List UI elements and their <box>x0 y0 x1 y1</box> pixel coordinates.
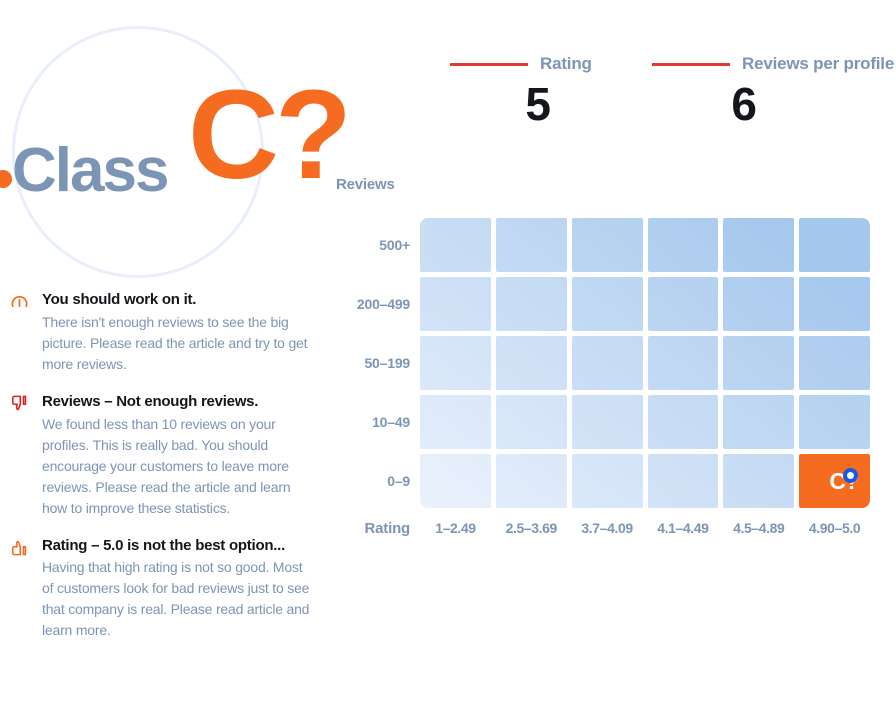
advice-title: You should work on it. <box>42 291 197 308</box>
heatmap-cell-highlighted[interactable]: C? <box>799 454 870 508</box>
advice-body: Reviews – Not enough reviews. We found l… <box>42 391 310 519</box>
advice-body: Rating – 5.0 is not the best option... H… <box>42 535 310 642</box>
heatmap-cell[interactable] <box>647 336 719 390</box>
heatmap-y-axis-labels: 500+ 200–499 50–199 10–49 0–9 <box>330 218 410 508</box>
stat-rule-icon <box>450 62 528 66</box>
gauge-icon <box>10 289 30 311</box>
heatmap-cell[interactable] <box>495 454 567 508</box>
heatmap-y-axis-title: Reviews <box>336 176 395 193</box>
heatmap-x-label: 4.1–4.49 <box>657 520 709 536</box>
advice-title: Reviews – Not enough reviews. <box>42 392 259 410</box>
thumbs-up-icon <box>10 535 30 557</box>
advice-body: You should work on it. There isn't enoug… <box>42 289 310 375</box>
heatmap-cell[interactable] <box>723 395 795 449</box>
heatmap-x-label: 3.7–4.09 <box>581 520 633 536</box>
heatmap-cell[interactable] <box>420 277 491 331</box>
heatmap-grid: C? <box>420 218 870 508</box>
heatmap-x-label: 4.90–5.0 <box>808 520 861 536</box>
reviews-rating-heatmap: Reviews 500+ 200–499 50–199 10–49 0–9 C? Rat… <box>330 170 890 560</box>
heatmap-x-axis-title: Rating <box>364 520 411 537</box>
heatmap-cell[interactable] <box>571 395 643 449</box>
heatmap-x-label: 4.5–4.89 <box>733 520 785 536</box>
heatmap-y-label: 50–199 <box>364 355 410 371</box>
heatmap-cell[interactable] <box>647 277 719 331</box>
hero-dot-icon <box>0 170 12 188</box>
heatmap-cell[interactable] <box>420 395 491 449</box>
stat-rating-value: 5 <box>525 78 551 130</box>
advice-text: Having that high rating is not so good. … <box>42 559 310 639</box>
heatmap-x-label: 1–2.49 <box>435 520 476 536</box>
heatmap-cell[interactable] <box>723 277 795 331</box>
stat-rating-header: Rating <box>450 54 600 74</box>
thumbs-down-icon <box>10 391 30 413</box>
heatmap-x-label: 2.5–3.69 <box>505 520 558 536</box>
heatmap-cell[interactable] <box>495 218 567 272</box>
advice-title: Rating – 5.0 is not the best option... <box>42 536 286 554</box>
hero-class-label: Class <box>12 136 169 205</box>
stat-reviews-per-profile: Reviews per profile 6 <box>652 54 896 128</box>
heatmap-cell[interactable] <box>723 454 795 508</box>
heatmap-cell[interactable] <box>571 454 643 508</box>
heatmap-cell[interactable] <box>647 395 719 449</box>
heatmap-y-label: 10–49 <box>372 414 410 430</box>
heatmap-cell[interactable] <box>723 336 795 390</box>
report-page: Class C? Rating 5 Reviews per profile 6 <box>0 0 896 711</box>
stat-reviews-header: Reviews per profile <box>652 54 896 74</box>
heatmap-cell[interactable] <box>799 336 870 390</box>
heatmap-cell[interactable] <box>799 218 870 272</box>
heatmap-cell[interactable] <box>647 454 719 508</box>
heatmap-y-label: 200–499 <box>356 296 410 312</box>
heatmap-cell[interactable] <box>495 395 567 449</box>
heatmap-cell[interactable] <box>495 336 567 390</box>
advice-list: You should work on it. There isn't enoug… <box>10 289 310 657</box>
advice-text: We found less than 10 reviews on your pr… <box>42 415 291 516</box>
stat-rating-label: Rating <box>540 54 592 73</box>
heatmap-cell[interactable] <box>799 395 870 449</box>
heatmap-y-label: 0–9 <box>387 473 410 489</box>
advice-item-rating: Rating – 5.0 is not the best option... H… <box>10 535 310 642</box>
heatmap-cell[interactable] <box>420 336 491 390</box>
heatmap-cell[interactable] <box>799 277 870 331</box>
heatmap-cell[interactable] <box>647 218 719 272</box>
heatmap-cell[interactable] <box>571 218 643 272</box>
stat-reviews-label: Reviews per profile <box>742 54 895 73</box>
stat-reviews-value: 6 <box>731 78 757 130</box>
heatmap-grid-wrap: C? <box>420 218 870 508</box>
heatmap-cell[interactable] <box>420 218 491 272</box>
heatmap-cell[interactable] <box>571 277 643 331</box>
advice-text: There isn't enough reviews to see the bi… <box>42 313 308 372</box>
heatmap-x-axis-labels: 1–2.49 2.5–3.69 3.7–4.09 4.1–4.49 4.5–4.89 4.… <box>420 520 870 536</box>
heatmap-cell[interactable] <box>495 277 567 331</box>
heatmap-cell[interactable] <box>420 454 491 508</box>
stat-rule-icon <box>652 62 730 66</box>
stat-rating: Rating 5 <box>450 54 600 128</box>
advice-item-reviews: Reviews – Not enough reviews. We found l… <box>10 391 310 519</box>
heatmap-cell[interactable] <box>723 218 795 272</box>
heatmap-cell[interactable] <box>571 336 643 390</box>
hero-grade-value: C? <box>188 64 352 205</box>
advice-item-work-on-it: You should work on it. There isn't enoug… <box>10 289 310 375</box>
heatmap-y-label: 500+ <box>379 237 410 253</box>
